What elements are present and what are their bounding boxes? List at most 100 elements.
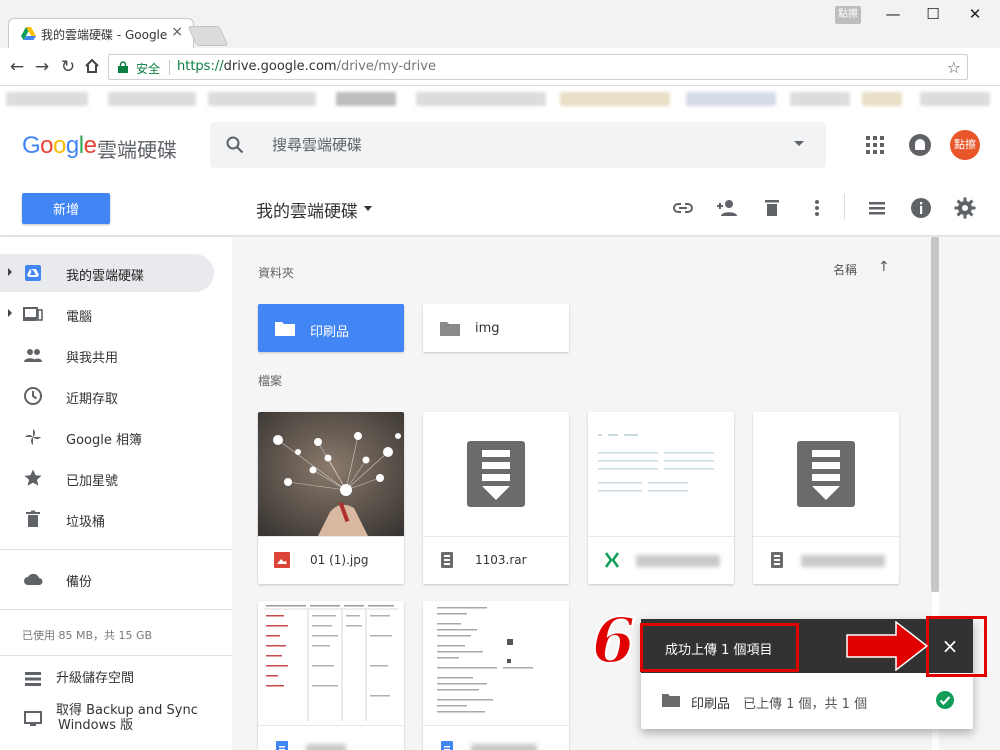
get-link-icon[interactable]	[671, 196, 695, 220]
google-logo-letter: G	[22, 132, 41, 159]
expand-arrow-icon[interactable]	[8, 268, 12, 276]
blurred-file-name	[471, 744, 537, 750]
folder-icon	[662, 694, 680, 707]
forward-arrow-icon[interactable]: →	[31, 56, 53, 78]
reload-icon[interactable]: ↻	[57, 56, 79, 78]
sidebar-item-backups[interactable]: 備份	[0, 560, 214, 598]
current-folder-title[interactable]: 我的雲端硬碟	[256, 197, 358, 222]
search-input[interactable]	[272, 134, 772, 156]
address-bar[interactable]: 安全 https://drive.google.com/drive/my-dri…	[108, 54, 968, 80]
google-logo-letter: o	[40, 132, 54, 159]
file-card-archive[interactable]	[753, 412, 899, 584]
file-card-spreadsheet[interactable]	[588, 412, 734, 584]
computer-icon	[23, 307, 43, 321]
folder-card-img[interactable]: img	[423, 304, 569, 352]
file-footer: 01 (1).jpg	[258, 536, 404, 584]
sidebar-divider	[0, 655, 232, 656]
apps-grid-icon[interactable]	[866, 136, 886, 156]
sidebar-item-google-photos[interactable]: Google 相簿	[0, 418, 214, 456]
bookmark-item[interactable]	[686, 92, 776, 106]
spreadsheet-thumbnail	[588, 412, 734, 536]
bookmark-item[interactable]	[862, 92, 902, 106]
sidebar-item-computers[interactable]: 電腦	[0, 295, 214, 333]
sort-by-name[interactable]: 名稱	[833, 261, 857, 278]
more-actions-icon[interactable]	[805, 196, 829, 220]
maximize-button[interactable]: ☐	[918, 3, 948, 25]
upload-item-status: 已上傳 1 個，共 1 個	[743, 697, 868, 712]
search-icon[interactable]	[226, 136, 244, 154]
lock-icon	[118, 61, 128, 73]
folder-card-printed[interactable]: 印刷品	[258, 304, 404, 352]
drive-search-bar[interactable]	[210, 122, 826, 168]
bookmark-star-icon[interactable]: ☆	[947, 58, 961, 77]
files-section-label: 檔案	[258, 374, 283, 388]
folder-menu-caret-icon[interactable]	[364, 206, 372, 211]
sidebar-item-my-drive[interactable]: 我的雲端硬碟	[0, 254, 214, 292]
archive-file-icon	[771, 552, 783, 568]
new-button[interactable]: 新增	[22, 193, 110, 224]
folder-name: img	[475, 321, 500, 336]
drive-favicon-icon	[21, 27, 36, 40]
back-arrow-icon[interactable]: ←	[6, 56, 28, 78]
bookmarks-bar	[0, 86, 1000, 112]
file-card-image[interactable]: 01 (1).jpg	[258, 412, 404, 584]
url-host: drive.google.com	[223, 59, 337, 74]
sidebar-item-recent[interactable]: 近期存取	[0, 377, 214, 415]
bookmark-item[interactable]	[208, 92, 316, 106]
info-icon[interactable]	[909, 196, 933, 220]
drive-subheader: 新增 我的雲端硬碟	[0, 178, 1000, 236]
file-card-document[interactable]	[423, 601, 569, 750]
sidebar-item-shared-with-me[interactable]: 與我共用	[0, 336, 214, 374]
home-icon[interactable]	[83, 57, 101, 75]
sidebar-item-label: 已加星號	[66, 474, 119, 489]
search-options-caret-icon[interactable]	[794, 141, 804, 146]
list-view-icon[interactable]	[865, 196, 889, 220]
bookmark-item[interactable]	[920, 92, 990, 106]
url-scheme: https://	[177, 59, 224, 74]
settings-gear-icon[interactable]	[953, 196, 977, 220]
bookmark-item[interactable]	[336, 92, 396, 106]
backup-sync-line2: Windows 版	[58, 718, 134, 733]
file-footer	[258, 725, 404, 750]
bookmark-item[interactable]	[6, 92, 88, 106]
sidebar-item-label: 備份	[66, 575, 93, 590]
backup-sync-label: 取得 Backup and Sync Windows 版	[56, 703, 198, 733]
account-avatar[interactable]: 點擦	[950, 130, 980, 160]
minimize-button[interactable]: —	[878, 3, 908, 25]
bookmark-item[interactable]	[108, 92, 196, 106]
browser-tab[interactable]: 我的雲端硬碟 - Google ×	[8, 18, 194, 48]
cloud-icon	[24, 573, 43, 585]
google-doc-icon	[276, 741, 288, 750]
sidebar-item-starred[interactable]: 已加星號	[0, 459, 214, 497]
bookmark-item[interactable]	[560, 92, 670, 106]
sidebar-item-trash[interactable]: 垃圾桶	[0, 500, 214, 538]
bookmark-item[interactable]	[416, 92, 546, 106]
bookmark-item[interactable]	[790, 92, 850, 106]
tab-close-icon[interactable]: ×	[171, 24, 183, 40]
notifications-bell-icon[interactable]	[909, 134, 931, 156]
google-logo-letter: e	[83, 132, 97, 159]
main-scrollbar[interactable]	[931, 237, 939, 592]
secure-label: 安全	[136, 62, 161, 76]
browser-profile-badge[interactable]: 點擦	[835, 6, 861, 24]
file-card-document[interactable]	[258, 601, 404, 750]
file-thumbnail	[258, 412, 404, 536]
window-close-button[interactable]: ✕	[960, 3, 990, 25]
photos-icon	[25, 429, 41, 445]
share-add-person-icon[interactable]	[715, 196, 739, 220]
google-logo[interactable]: Google	[22, 132, 97, 160]
upload-item-row[interactable]: 印刷品 已上傳 1 個，共 1 個	[641, 673, 973, 729]
folder-name: 印刷品	[310, 325, 350, 340]
delete-trash-icon[interactable]	[760, 196, 784, 220]
backup-sync-link[interactable]: 取得 Backup and Sync Windows 版	[0, 699, 232, 745]
upload-item-name: 印刷品	[691, 697, 731, 712]
expand-arrow-icon[interactable]	[8, 309, 12, 317]
google-doc-icon	[441, 741, 453, 750]
toolbar-divider	[844, 194, 845, 220]
file-footer	[588, 536, 734, 584]
red-arrow-icon	[846, 621, 928, 671]
file-card-archive[interactable]: 1103.rar	[423, 412, 569, 584]
upgrade-storage-link[interactable]: 升級儲存空間	[0, 659, 232, 699]
sort-direction-arrow-icon[interactable]: ↑	[878, 259, 890, 275]
check-circle-icon	[936, 691, 954, 709]
